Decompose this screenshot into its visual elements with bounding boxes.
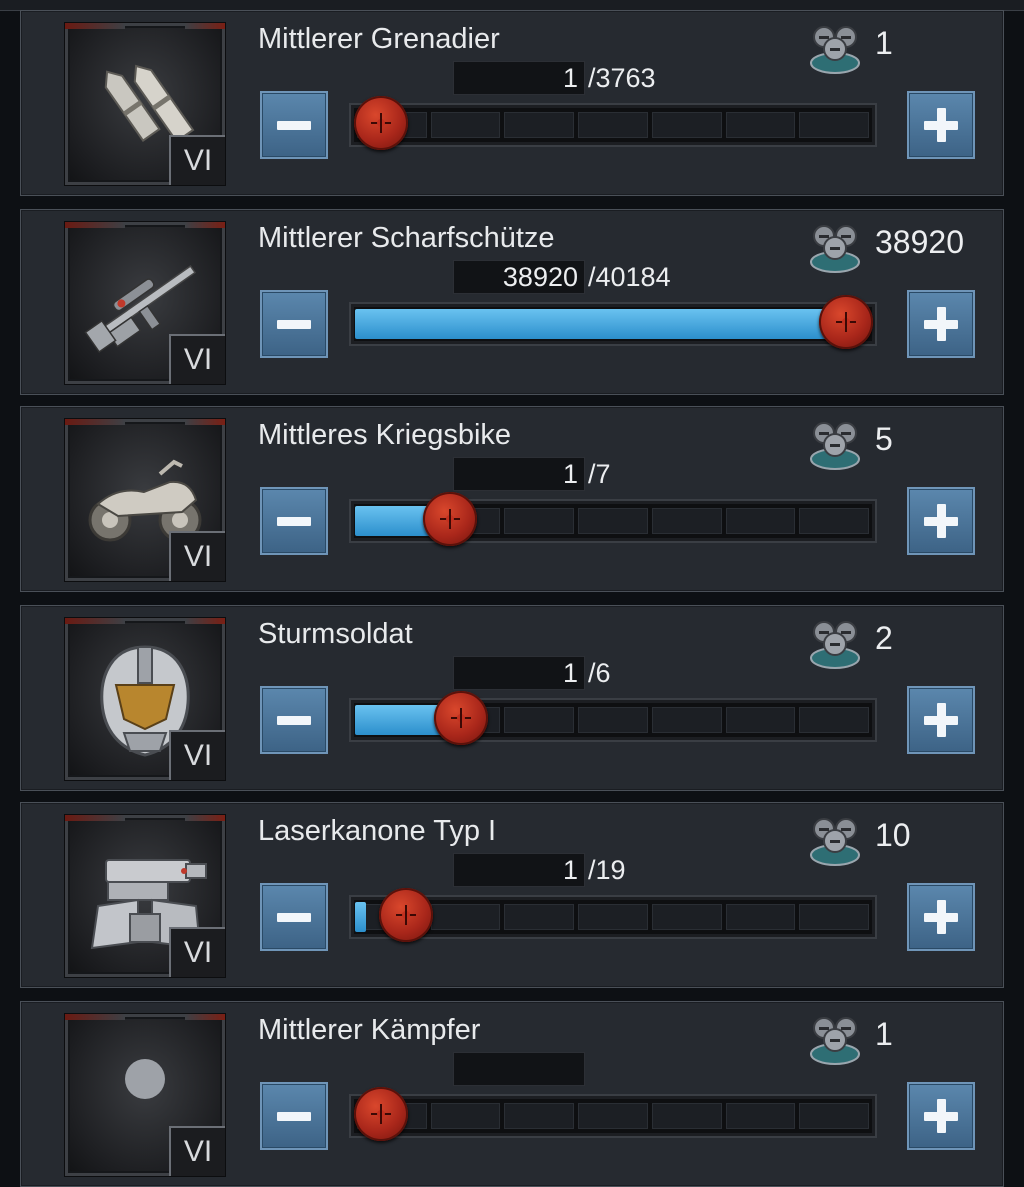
decrease-button[interactable] <box>260 91 328 159</box>
quantity-input[interactable]: 38920 <box>453 260 585 294</box>
quantity-input[interactable]: 1 <box>453 457 585 491</box>
minus-icon <box>277 517 311 526</box>
increase-button[interactable] <box>907 290 975 358</box>
slider-knob[interactable] <box>354 96 409 150</box>
quantity-max: /3763 <box>588 63 656 93</box>
decrease-button[interactable] <box>260 686 328 754</box>
troop-helmet-icon <box>810 26 860 74</box>
unit-name: Mittlerer Grenadier <box>258 23 500 55</box>
quantity-max: /7 <box>588 459 611 489</box>
owned-count: 1 <box>875 1016 893 1052</box>
unit-row-3: VI Mittleres Kriegsbike 1 /7 5 <box>20 406 1004 592</box>
quantity-value: 1 <box>562 658 578 688</box>
troop-helmet-icon <box>810 225 860 273</box>
unit-portrait: VI <box>65 618 225 780</box>
slider-knob[interactable] <box>818 295 873 349</box>
tier-badge: VI <box>169 927 225 977</box>
increase-button[interactable] <box>907 883 975 951</box>
quantity-slider[interactable] <box>349 492 877 546</box>
minus-icon <box>277 913 311 922</box>
slider-knob[interactable] <box>422 492 477 546</box>
unit-row-2: VI Mittlerer Scharfschütze 38920 /40184 … <box>20 209 1004 395</box>
tier-badge: VI <box>169 135 225 185</box>
quantity-slider[interactable] <box>349 295 877 349</box>
quantity-input[interactable]: 1 <box>453 853 585 887</box>
quantity-slider[interactable] <box>349 1087 877 1141</box>
tier-badge: VI <box>169 1126 225 1176</box>
increase-button[interactable] <box>907 487 975 555</box>
quantity-input[interactable]: 1 <box>453 61 585 95</box>
decrease-button[interactable] <box>260 1082 328 1150</box>
troop-helmet-icon <box>810 1017 860 1065</box>
minus-icon <box>277 320 311 329</box>
unit-row-5: VI Laserkanone Typ I 1 /19 10 <box>20 802 1004 988</box>
unit-portrait: VI <box>65 815 225 977</box>
unit-name: Mittlerer Scharfschütze <box>258 222 555 254</box>
minus-icon <box>277 1112 311 1121</box>
quantity-input[interactable]: 1 <box>453 656 585 690</box>
owned-count: 10 <box>875 817 911 853</box>
decrease-button[interactable] <box>260 487 328 555</box>
unit-row-1: VI Mittlerer Grenadier 1 /3763 1 <box>20 10 1004 196</box>
unit-portrait: VI <box>65 1014 225 1176</box>
owned-count: 5 <box>875 421 893 457</box>
quantity-value: 38920 <box>502 262 578 292</box>
increase-button[interactable] <box>907 91 975 159</box>
minus-icon <box>277 121 311 130</box>
unit-name: Laserkanone Typ I <box>258 815 497 847</box>
quantity-value: 1 <box>562 855 578 885</box>
troop-helmet-icon <box>810 422 860 470</box>
increase-button[interactable] <box>907 1082 975 1150</box>
minus-icon <box>277 716 311 725</box>
unit-row-6: VI Mittlerer Kämpfer 1 <box>20 1001 1004 1187</box>
owned-count: 1 <box>875 25 893 61</box>
unit-portrait: VI <box>65 23 225 185</box>
quantity-slider[interactable] <box>349 888 877 942</box>
unit-portrait: VI <box>65 222 225 384</box>
quantity-slider[interactable] <box>349 96 877 150</box>
tier-badge: VI <box>169 730 225 780</box>
decrease-button[interactable] <box>260 290 328 358</box>
unit-portrait: VI <box>65 419 225 581</box>
quantity-input[interactable] <box>453 1052 585 1086</box>
owned-count: 38920 <box>875 224 964 260</box>
unit-name: Sturmsoldat <box>258 618 413 650</box>
quantity-slider[interactable] <box>349 691 877 745</box>
tier-badge: VI <box>169 334 225 384</box>
slider-fill <box>355 309 836 339</box>
troop-helmet-icon <box>810 818 860 866</box>
tier-badge: VI <box>169 531 225 581</box>
owned-count: 2 <box>875 620 893 656</box>
quantity-value: 1 <box>562 63 578 93</box>
quantity-max: /6 <box>588 658 611 688</box>
quantity-max: /19 <box>588 855 626 885</box>
slider-knob[interactable] <box>354 1087 408 1141</box>
troop-helmet-icon <box>810 621 860 669</box>
quantity-max: /40184 <box>588 262 671 292</box>
slider-knob[interactable] <box>379 888 434 942</box>
quantity-value: 1 <box>562 459 578 489</box>
unit-row-4: VI Sturmsoldat 1 /6 2 <box>20 605 1004 791</box>
unit-name: Mittleres Kriegsbike <box>258 419 512 451</box>
decrease-button[interactable] <box>260 883 328 951</box>
slider-fill <box>355 902 366 932</box>
unit-name: Mittlerer Kämpfer <box>258 1014 481 1046</box>
slider-knob[interactable] <box>434 691 488 745</box>
increase-button[interactable] <box>907 686 975 754</box>
